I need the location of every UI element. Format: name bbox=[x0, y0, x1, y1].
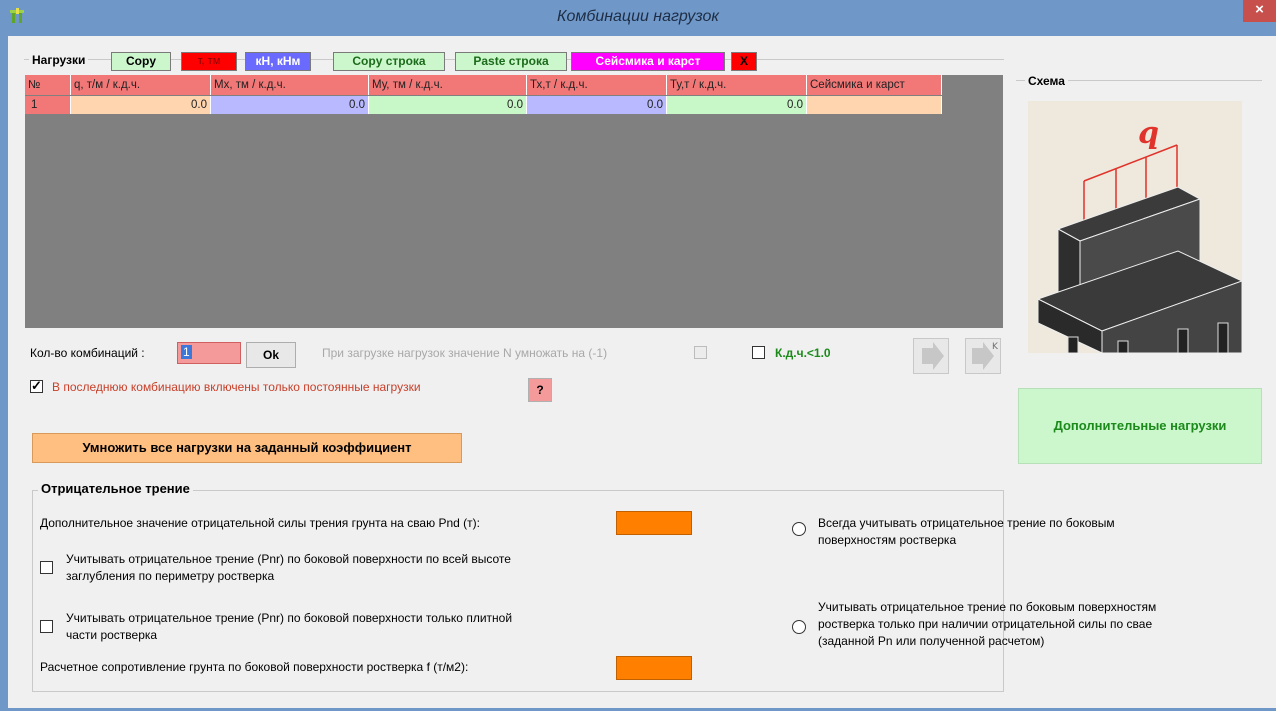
grid-header-my: Му, тм / к.д.ч. bbox=[369, 75, 527, 95]
radio-always-line1: Всегда учитывать отрицательное трение по… bbox=[818, 516, 1115, 530]
grid-cell-no[interactable]: 1 bbox=[25, 96, 71, 114]
title-bar: Комбинации нагрузок × bbox=[0, 0, 1276, 36]
paste-row-button[interactable]: Paste строка bbox=[455, 52, 567, 71]
radio-always[interactable] bbox=[792, 522, 806, 536]
radio-always-line2: поверхностям ростверка bbox=[818, 533, 957, 547]
arrow-right-icon bbox=[922, 342, 944, 370]
grid-header-tx: Тх,т / к.д.ч. bbox=[527, 75, 667, 95]
scheme-label: Схема bbox=[1025, 74, 1068, 88]
units-t-button[interactable]: т, тм bbox=[181, 52, 237, 71]
kdch-checkbox[interactable] bbox=[752, 346, 765, 359]
grid-cell-seismic[interactable] bbox=[807, 96, 942, 114]
last-perm-checkbox[interactable] bbox=[30, 378, 43, 394]
delete-button[interactable]: X bbox=[731, 52, 757, 71]
close-button[interactable]: × bbox=[1243, 0, 1276, 22]
radio-conditional-line3: (заданной Pn или полученной расчетом) bbox=[818, 634, 1045, 648]
kdch-label: К.д.ч.<1.0 bbox=[775, 346, 831, 360]
ok-button[interactable]: Ok bbox=[246, 342, 296, 368]
grid-header-no: № bbox=[25, 75, 71, 95]
f-label: Расчетное сопротивление грунта по боково… bbox=[40, 660, 469, 674]
radio-conditional[interactable] bbox=[792, 620, 806, 634]
grid-cell-ty[interactable]: 0.0 bbox=[667, 96, 807, 114]
multiply-button[interactable]: Умножить все нагрузки на заданный коэффи… bbox=[32, 433, 462, 463]
radio-conditional-line1: Учитывать отрицательное трение по боковы… bbox=[818, 600, 1157, 614]
opt1-checkbox[interactable] bbox=[40, 561, 53, 574]
combo-count-value: 1 bbox=[181, 345, 192, 359]
seismic-button[interactable]: Сейсмика и карст bbox=[571, 52, 725, 71]
scheme-image: q bbox=[1028, 101, 1242, 353]
grid-header-seismic: Сейсмика и карст bbox=[807, 75, 942, 95]
window-title: Комбинации нагрузок bbox=[557, 8, 719, 25]
grid-header-ty: Ту,т / к.д.ч. bbox=[667, 75, 807, 95]
last-perm-label: В последнюю комбинацию включены только п… bbox=[52, 380, 421, 394]
grid-header-q: q, т/м / к.д.ч. bbox=[71, 75, 211, 95]
svg-text:K: K bbox=[992, 342, 999, 352]
help-button[interactable]: ? bbox=[528, 378, 552, 402]
grid-cell-my[interactable]: 0.0 bbox=[369, 96, 527, 114]
units-kn-button[interactable]: кН, кНм bbox=[245, 52, 311, 71]
opt2-checkbox[interactable] bbox=[40, 620, 53, 633]
copy-button[interactable]: Copy bbox=[111, 52, 171, 71]
friction-label: Отрицательное трение bbox=[38, 481, 193, 496]
negate-checkbox[interactable] bbox=[694, 346, 707, 359]
radio-conditional-line2: ростверка только при наличии отрицательн… bbox=[818, 617, 1153, 631]
grid-cell-tx[interactable]: 0.0 bbox=[527, 96, 667, 114]
loads-grid[interactable]: № q, т/м / к.д.ч. Мх, тм / к.д.ч. Му, тм… bbox=[25, 75, 1003, 328]
copy-row-button[interactable]: Copy строка bbox=[333, 52, 445, 71]
opt1-line1: Учитывать отрицательное трение (Pnr) по … bbox=[66, 552, 511, 566]
combo-count-input[interactable]: 1 bbox=[177, 342, 241, 364]
grid-cell-q[interactable]: 0.0 bbox=[71, 96, 211, 114]
forward-button[interactable] bbox=[913, 338, 949, 374]
opt2-line2: части ростверка bbox=[66, 628, 158, 642]
forward-k-button[interactable]: K bbox=[965, 338, 1001, 374]
f-input[interactable] bbox=[616, 656, 692, 680]
grid-header-mx: Мх, тм / к.д.ч. bbox=[211, 75, 369, 95]
loads-label: Нагрузки bbox=[29, 53, 89, 67]
pnd-label: Дополнительное значение отрицательной си… bbox=[40, 516, 480, 530]
grid-cell-mx[interactable]: 0.0 bbox=[211, 96, 369, 114]
combo-count-label: Кол-во комбинаций : bbox=[30, 346, 145, 360]
opt1-line2: заглубления по периметру ростверка bbox=[66, 569, 275, 583]
opt2-line1: Учитывать отрицательное трение (Pnr) по … bbox=[66, 611, 513, 625]
extra-loads-button[interactable]: Дополнительные нагрузки bbox=[1018, 388, 1262, 464]
arrow-right-k-icon: K bbox=[972, 342, 999, 370]
scheme-q-label: q bbox=[1138, 116, 1159, 151]
pnd-input[interactable] bbox=[616, 511, 692, 535]
negate-label: При загрузке нагрузок значение N умножат… bbox=[322, 346, 608, 360]
